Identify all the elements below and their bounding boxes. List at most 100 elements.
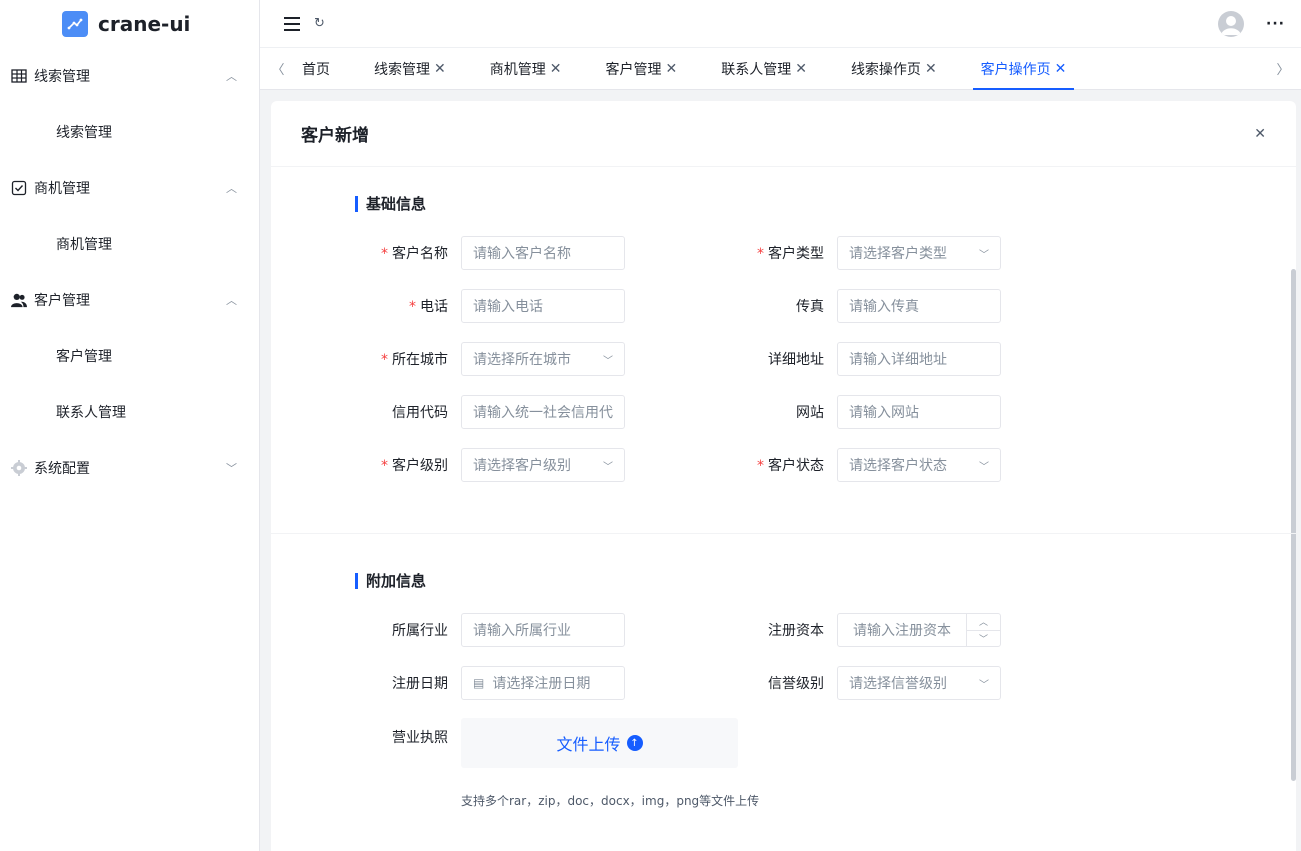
tab-lead-operation[interactable]: 线索操作页 ✕: [829, 48, 959, 90]
sidebar-group-label: 系统配置: [34, 461, 90, 477]
checkbox-icon: [11, 180, 27, 196]
chevron-down-icon: ﹀: [979, 249, 989, 261]
required-mark: *: [757, 458, 764, 474]
sidebar-group-label: 线索管理: [34, 69, 90, 85]
section-title-extra: 附加信息: [355, 570, 426, 591]
field-customer-status: * 客户状态 请选择客户状态 ﹀: [727, 448, 1001, 482]
tab-bar: 〈 首页 线索管理 ✕ 商机管理 ✕ 客户管理 ✕ 联系人管理 ✕ 线索操作页 ✕ 客户操…: [260, 48, 1301, 90]
tab-label: 线索管理: [374, 61, 430, 78]
placeholder: 请输入电话: [473, 299, 543, 315]
chevron-up-icon: ︿: [226, 294, 237, 307]
section-divider: [271, 533, 1296, 534]
sidebar-item-customers[interactable]: 客户管理: [0, 328, 259, 384]
sidebar-item-opportunities[interactable]: 商机管理: [0, 216, 259, 272]
required-mark: *: [409, 299, 416, 315]
placeholder: 请输入传真: [849, 299, 919, 315]
placeholder: 请选择所在城市: [473, 352, 571, 368]
tab-customer-operation[interactable]: 客户操作页 ✕: [959, 48, 1089, 90]
placeholder: 请输入网站: [849, 405, 919, 421]
close-icon[interactable]: ✕: [550, 61, 562, 77]
tab-home[interactable]: 首页: [296, 48, 352, 90]
placeholder: 请输入统一社会信用代码: [473, 405, 613, 421]
customer-level-select[interactable]: 请选择客户级别 ﹀: [461, 448, 625, 482]
sidebar-group-leads[interactable]: 线索管理 ︿: [0, 48, 259, 104]
fax-input[interactable]: 请输入传真: [837, 289, 1001, 323]
placeholder: 请输入客户名称: [473, 246, 571, 262]
close-icon[interactable]: ✕: [925, 61, 937, 77]
sidebar-group-customers[interactable]: 客户管理 ︿: [0, 272, 259, 328]
app-name: crane-ui: [98, 12, 191, 36]
reputation-level-select[interactable]: 请选择信誉级别 ﹀: [837, 666, 1001, 700]
page-title: 客户新增: [301, 126, 369, 146]
registration-date-picker[interactable]: ▤ 请选择注册日期: [461, 666, 625, 700]
sidebar-group-settings[interactable]: 系统配置 ﹀: [0, 440, 259, 496]
placeholder: 请输入详细地址: [849, 352, 947, 368]
users-icon: [11, 292, 27, 308]
placeholder: 请选择注册日期: [492, 676, 591, 692]
increment-icon[interactable]: ︿: [967, 614, 1000, 631]
field-label: 营业执照: [392, 730, 448, 746]
credit-code-input[interactable]: 请输入统一社会信用代码: [461, 395, 625, 429]
sidebar: crane-ui 线索管理 ︿ 线索管理 商机管理 ︿ 商机管理 客户管理 ︿ …: [0, 0, 260, 851]
address-input[interactable]: 请输入详细地址: [837, 342, 1001, 376]
field-customer-name: * 客户名称 请输入客户名称: [351, 236, 625, 270]
field-fax: 传真 请输入传真: [727, 289, 1001, 323]
sidebar-group-opportunities[interactable]: 商机管理 ︿: [0, 160, 259, 216]
upload-icon: ↑: [626, 735, 643, 751]
field-phone: * 电话 请输入电话: [351, 289, 625, 323]
sidebar-group-label: 客户管理: [34, 293, 90, 309]
top-bar: ↻ ···: [260, 0, 1301, 48]
avatar[interactable]: [1218, 10, 1245, 37]
industry-input[interactable]: 请输入所属行业: [461, 613, 625, 647]
close-icon[interactable]: ✕: [1055, 61, 1067, 77]
tab-label: 客户操作页: [980, 61, 1051, 78]
customer-status-select[interactable]: 请选择客户状态 ﹀: [837, 448, 1001, 482]
close-icon[interactable]: ✕: [1254, 126, 1266, 142]
field-label: 详细地址: [768, 352, 824, 368]
tab-leads[interactable]: 线索管理 ✕: [352, 48, 468, 90]
sidebar-item-leads[interactable]: 线索管理: [0, 104, 259, 160]
refresh-icon[interactable]: ↻: [314, 16, 325, 31]
file-upload-button[interactable]: 文件上传 ↑: [461, 718, 738, 768]
menu-fold-icon[interactable]: [284, 16, 300, 31]
decrement-icon[interactable]: ﹀: [967, 631, 1000, 647]
customer-name-input[interactable]: 请输入客户名称: [461, 236, 625, 270]
placeholder: 请选择客户状态: [849, 458, 947, 474]
website-input[interactable]: 请输入网站: [837, 395, 1001, 429]
field-label: * 客户级别: [381, 458, 448, 474]
field-label: 所属行业: [392, 623, 448, 639]
tab-contacts[interactable]: 联系人管理 ✕: [699, 48, 829, 90]
field-label: 信誉级别: [768, 676, 824, 692]
placeholder: 请输入注册资本: [853, 623, 951, 639]
field-registration-date: 注册日期 ▤ 请选择注册日期: [351, 666, 625, 700]
chevron-down-icon: ﹀: [979, 461, 989, 473]
tab-label: 客户管理: [605, 61, 662, 78]
field-customer-type: * 客户类型 请选择客户类型 ﹀: [727, 236, 1001, 270]
tab-label: 联系人管理: [721, 61, 792, 78]
logo[interactable]: crane-ui: [0, 0, 259, 48]
gear-icon: [11, 460, 27, 476]
tab-scroll-left-icon[interactable]: 〈: [260, 59, 296, 78]
table-icon: [11, 68, 27, 84]
tab-scroll-right-icon[interactable]: 〉: [1265, 59, 1301, 78]
tab-opportunities[interactable]: 商机管理 ✕: [468, 48, 584, 90]
tab-customers[interactable]: 客户管理 ✕: [583, 48, 699, 90]
required-mark: *: [381, 458, 388, 474]
sidebar-group-label: 商机管理: [34, 181, 90, 197]
more-icon[interactable]: ···: [1266, 16, 1285, 32]
scrollbar[interactable]: [1291, 269, 1296, 781]
customer-type-select[interactable]: 请选择客户类型 ﹀: [837, 236, 1001, 270]
close-icon[interactable]: ✕: [795, 61, 807, 77]
close-icon[interactable]: ✕: [665, 61, 677, 77]
chevron-down-icon: ﹀: [979, 679, 989, 691]
sidebar-item-contacts[interactable]: 联系人管理: [0, 384, 259, 440]
upload-hint: 支持多个rar，zip，doc，docx，img，png等文件上传: [461, 794, 760, 808]
phone-input[interactable]: 请输入电话: [461, 289, 625, 323]
field-label: * 所在城市: [381, 352, 448, 368]
field-label: 注册资本: [768, 623, 824, 639]
registered-capital-stepper[interactable]: 请输入注册资本 ︿ ﹀: [837, 613, 1001, 647]
field-address: 详细地址 请输入详细地址: [727, 342, 1001, 376]
placeholder: 请输入所属行业: [473, 623, 571, 639]
close-icon[interactable]: ✕: [434, 61, 446, 77]
city-select[interactable]: 请选择所在城市 ﹀: [461, 342, 625, 376]
